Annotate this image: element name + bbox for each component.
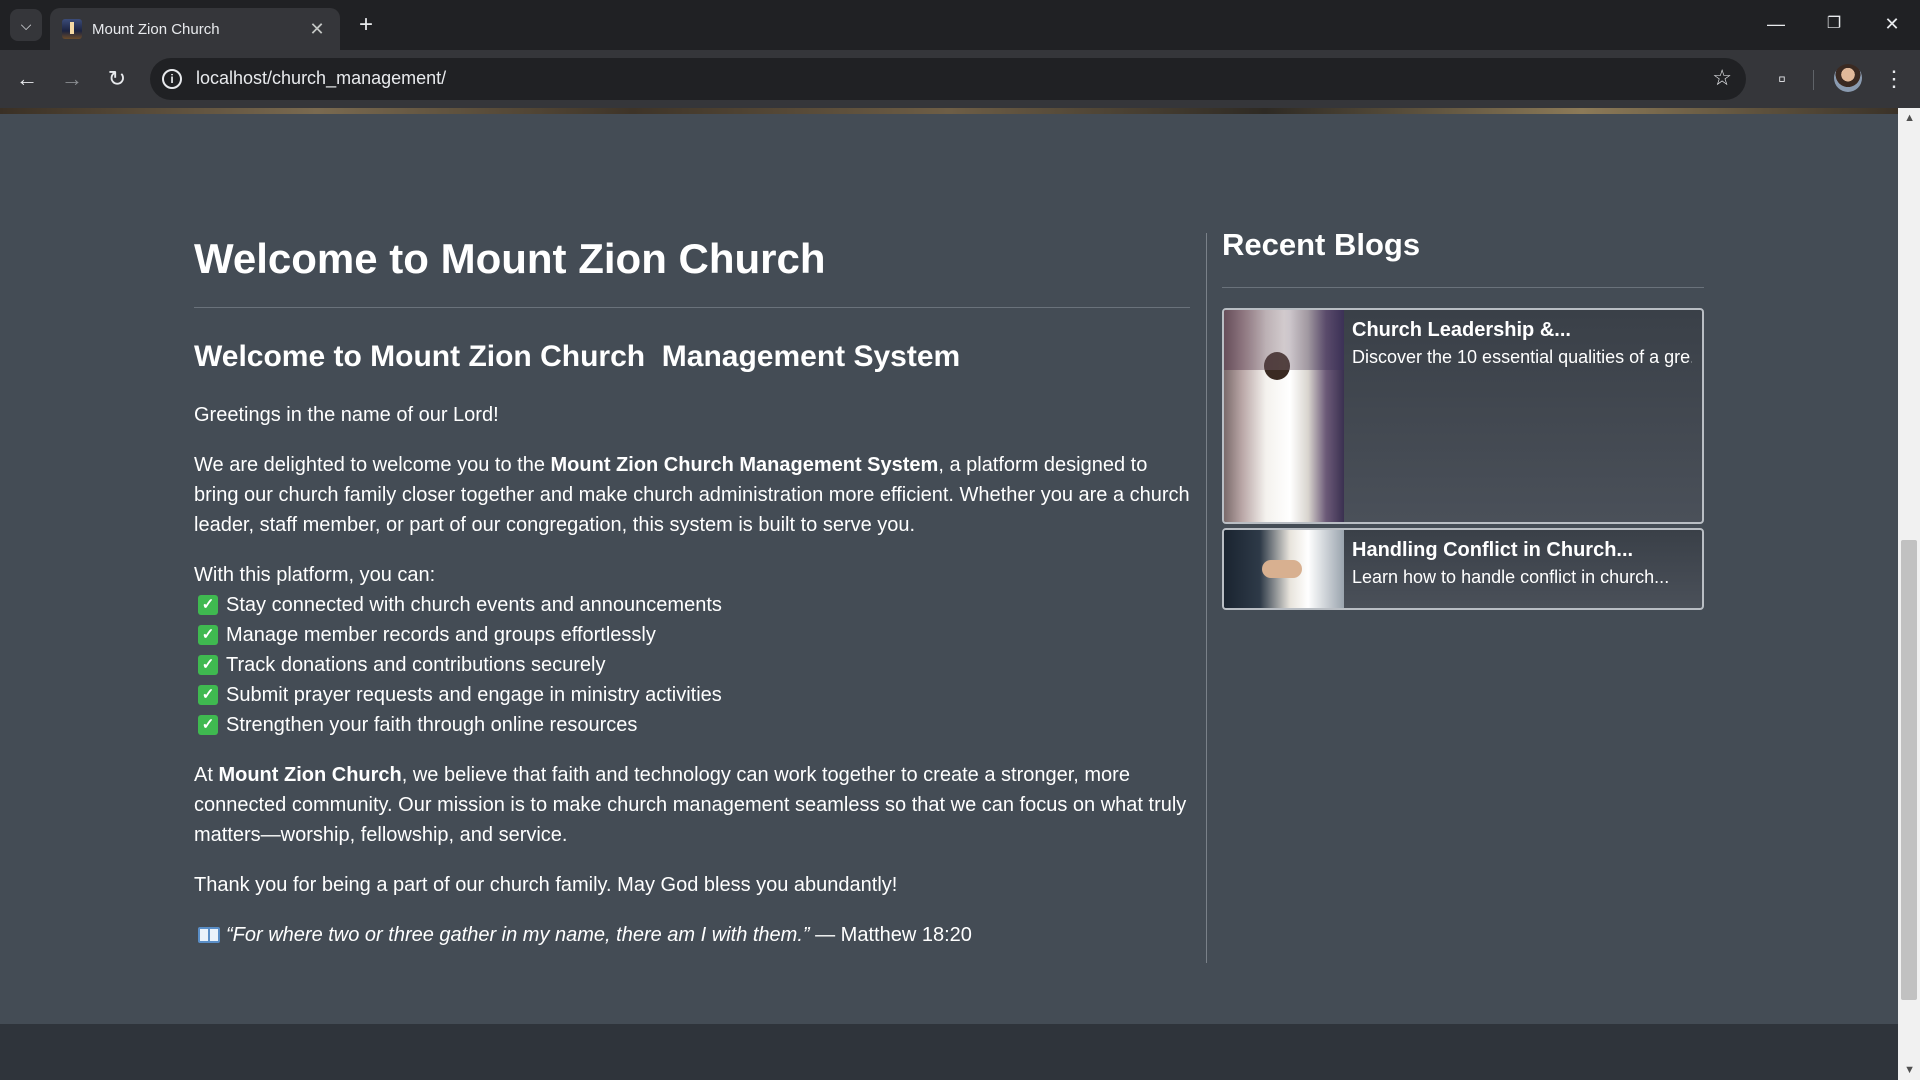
back-icon[interactable]: ← bbox=[11, 63, 43, 95]
check-icon: ✓ bbox=[198, 655, 218, 675]
blog-title[interactable]: Handling Conflict in Church... bbox=[1352, 536, 1692, 564]
blog-title[interactable]: Church Leadership &... bbox=[1352, 316, 1692, 344]
church-favicon-icon bbox=[62, 19, 82, 39]
browser-tab[interactable]: Mount Zion Church ✕ bbox=[50, 8, 340, 50]
profile-avatar[interactable] bbox=[1834, 64, 1862, 92]
blog-card-text: Church Leadership &... Discover the 10 e… bbox=[1352, 316, 1692, 370]
blog-card[interactable]: Church Leadership &... Discover the 10 e… bbox=[1222, 308, 1704, 524]
new-tab-button[interactable]: + bbox=[352, 12, 380, 38]
list-intro: With this platform, you can: bbox=[194, 564, 436, 586]
thanks-text: Thank you for being a part of our church… bbox=[194, 874, 898, 896]
reload-icon[interactable]: ↻ bbox=[101, 63, 133, 95]
blog-thumbnail bbox=[1224, 310, 1344, 522]
column-divider bbox=[1206, 233, 1207, 963]
forward-icon[interactable]: → bbox=[56, 63, 88, 95]
verse-reference: — Matthew 18:20 bbox=[809, 924, 972, 946]
list-item: ✓ Strengthen your faith through online re… bbox=[194, 710, 1190, 740]
tab-title: Mount Zion Church bbox=[92, 20, 220, 38]
greeting-text: Greetings in the name of our Lord! bbox=[194, 404, 499, 426]
tab-close-icon[interactable]: ✕ bbox=[306, 19, 328, 40]
sidebar-title: Recent Blogs bbox=[1222, 227, 1421, 262]
menu-icon[interactable]: ⋮ bbox=[1878, 63, 1910, 95]
subtitle-suffix: Management System bbox=[645, 340, 961, 373]
check-icon: ✓ bbox=[198, 595, 218, 615]
feature-text: Strengthen your faith through online res… bbox=[226, 714, 638, 736]
feature-text: Manage member records and groups effortl… bbox=[226, 624, 656, 646]
page-footer bbox=[0, 1024, 1898, 1080]
browser-toolbar: ← → ↻ i localhost/church_management/ ☆ ▫… bbox=[0, 50, 1920, 108]
check-icon: ✓ bbox=[198, 685, 218, 705]
extensions-icon[interactable]: ▫ bbox=[1766, 63, 1798, 95]
scrollbar-thumb[interactable] bbox=[1901, 540, 1917, 1000]
scroll-down-arrow-icon[interactable]: ▼ bbox=[1904, 1064, 1915, 1076]
subtitle-prefix: Welcome to bbox=[194, 340, 371, 373]
verse-quote: “For where two or three gather in my nam… bbox=[226, 924, 810, 946]
mission-church-name: Mount Zion Church bbox=[218, 764, 402, 786]
list-item: ✓ Submit prayer requests and engage in mi… bbox=[194, 680, 1190, 710]
intro-prefix: We are delighted to welcome you to the bbox=[194, 454, 551, 476]
page-title: Welcome to Mount Zion Church bbox=[194, 235, 826, 282]
list-item: ✓ Stay connected with church events and a… bbox=[194, 590, 1190, 620]
check-icon: ✓ bbox=[198, 625, 218, 645]
main-content: Welcome to Mount Zion Church Welcome to … bbox=[194, 233, 1190, 950]
toolbar-separator bbox=[1813, 70, 1814, 90]
mission-prefix: At bbox=[194, 764, 219, 786]
feature-text: Submit prayer requests and engage in min… bbox=[226, 684, 722, 706]
scroll-up-arrow-icon[interactable]: ▲ bbox=[1904, 112, 1915, 124]
mission-paragraph: At Mount Zion Church, we believe that fa… bbox=[194, 760, 1190, 850]
hero-image-bottom-edge bbox=[0, 108, 1898, 114]
address-bar[interactable]: i localhost/church_management/ ☆ bbox=[150, 58, 1746, 100]
close-window-button[interactable]: ✕ bbox=[1870, 10, 1914, 38]
list-item: ✓ Track donations and contributions secur… bbox=[194, 650, 1190, 680]
feature-text: Track donations and contributions secure… bbox=[226, 654, 606, 676]
page-viewport: Welcome to Mount Zion Church Welcome to … bbox=[0, 108, 1920, 1080]
welcome-subtitle: Welcome to Mount Zion Church Management … bbox=[194, 338, 1190, 376]
star-icon[interactable]: ☆ bbox=[1712, 65, 1732, 91]
intro-paragraph: We are delighted to welcome you to the M… bbox=[194, 450, 1190, 540]
title-divider bbox=[194, 307, 1190, 308]
features-list: ✓ Stay connected with church events and a… bbox=[194, 590, 1190, 740]
blog-card[interactable]: Handling Conflict in Church... Learn how… bbox=[1222, 528, 1704, 610]
blog-description: Discover the 10 essential qualities of a… bbox=[1352, 347, 1692, 367]
restore-button[interactable]: ❐ bbox=[1812, 10, 1856, 38]
sidebar-divider bbox=[1222, 287, 1704, 288]
minimize-button[interactable]: — bbox=[1754, 10, 1798, 38]
feature-text: Stay connected with church events and an… bbox=[226, 594, 722, 616]
bible-verse: “For where two or three gather in my nam… bbox=[194, 920, 1190, 950]
chevron-down-icon: ⌵ bbox=[20, 16, 32, 33]
book-icon bbox=[198, 927, 220, 943]
subtitle-church-name: Mount Zion Church bbox=[370, 340, 646, 373]
recent-blogs-sidebar: Recent Blogs Church Leadership &... Disc… bbox=[1222, 227, 1704, 610]
intro-system-name: Mount Zion Church Management System bbox=[550, 454, 939, 476]
list-item: ✓ Manage member records and groups effort… bbox=[194, 620, 1190, 650]
blog-thumbnail bbox=[1224, 530, 1344, 608]
blog-description: Learn how to handle conflict in church..… bbox=[1352, 567, 1670, 587]
tab-search-button[interactable]: ⌵ bbox=[10, 9, 42, 41]
page-scrollbar[interactable]: ▲ ▼ bbox=[1898, 108, 1920, 1080]
info-icon[interactable]: i bbox=[162, 69, 182, 89]
tab-strip: ⌵ Mount Zion Church ✕ + — ❐ ✕ bbox=[0, 0, 1920, 50]
url-text[interactable]: localhost/church_management/ bbox=[196, 68, 446, 89]
blog-card-text: Handling Conflict in Church... Learn how… bbox=[1352, 536, 1692, 590]
check-icon: ✓ bbox=[198, 715, 218, 735]
